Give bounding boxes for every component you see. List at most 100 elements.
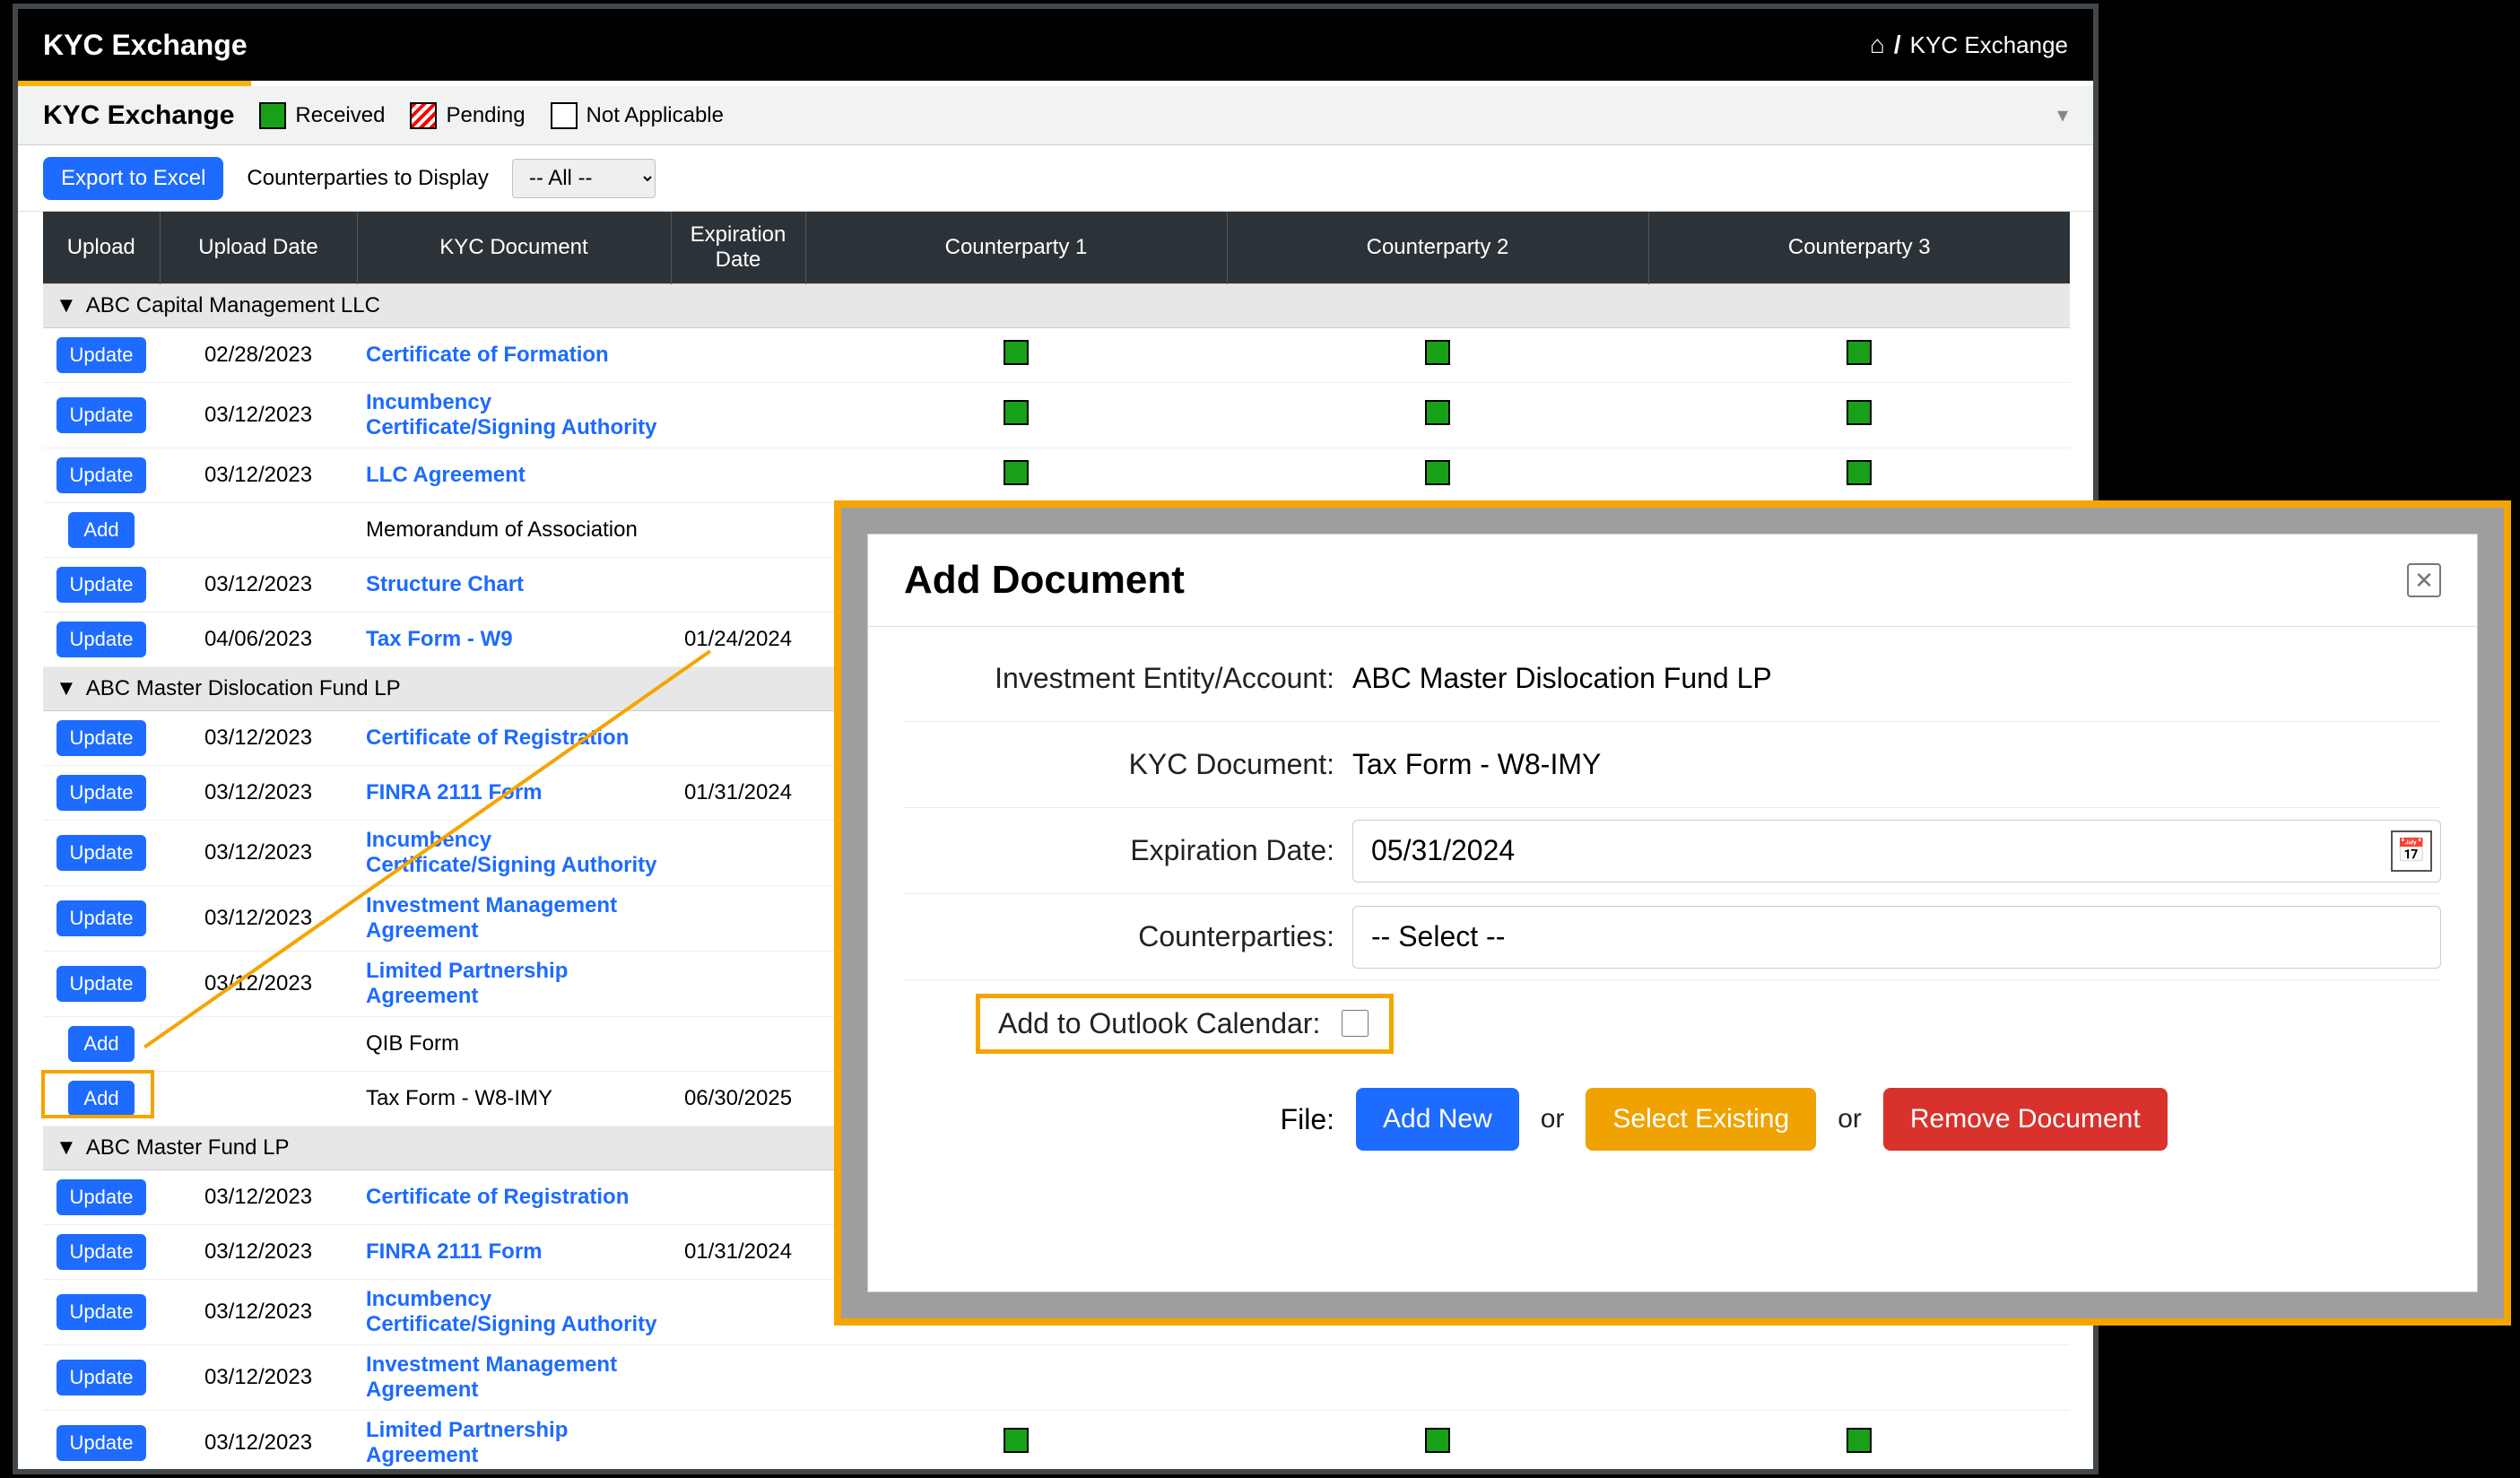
doc-cell[interactable]: Incumbency Certificate/Signing Authority xyxy=(357,1280,671,1345)
received-icon xyxy=(1425,1428,1450,1453)
update-button[interactable]: Update xyxy=(56,966,146,1002)
remove-document-button[interactable]: Remove Document xyxy=(1883,1088,2168,1151)
expiration-date-input[interactable] xyxy=(1352,820,2441,882)
doc-cell[interactable]: Limited Partnership Agreement xyxy=(357,952,671,1017)
export-excel-button[interactable]: Export to Excel xyxy=(43,157,223,200)
received-icon xyxy=(1425,340,1450,365)
col-cp3[interactable]: Counterparty 3 xyxy=(1648,212,2070,284)
update-button[interactable]: Update xyxy=(56,397,146,433)
doc-cell[interactable]: Investment Management Agreement xyxy=(357,886,671,952)
select-existing-button[interactable]: Select Existing xyxy=(1586,1088,1816,1151)
expiration-cell xyxy=(671,886,805,952)
upload-date-cell: 03/12/2023 xyxy=(160,1280,357,1345)
collapse-icon[interactable]: ▾ xyxy=(2057,102,2068,128)
group-row[interactable]: ▼ABC Capital Management LLC xyxy=(43,284,2070,328)
doc-cell[interactable]: Incumbency Certificate/Signing Authority xyxy=(357,383,671,448)
expand-icon[interactable]: ▼ xyxy=(56,676,86,700)
update-button[interactable]: Update xyxy=(56,835,146,871)
doc-cell[interactable]: Limited Partnership Agreement xyxy=(357,1411,671,1475)
expiration-cell xyxy=(671,821,805,886)
legend-received: Received xyxy=(259,102,385,129)
col-cp1[interactable]: Counterparty 1 xyxy=(805,212,1227,284)
add-document-dialog: Add Document ✕ Investment Entity/Account… xyxy=(868,535,2477,1291)
doc-cell[interactable]: Structure Chart xyxy=(357,558,671,613)
row-outlook: Add to Outlook Calendar: xyxy=(904,980,2441,1066)
counterparty-cell xyxy=(1648,1345,2070,1411)
add-to-outlook-checkbox[interactable] xyxy=(1342,1010,1369,1037)
received-icon xyxy=(1425,400,1450,425)
update-button[interactable]: Update xyxy=(56,1179,146,1215)
counterparty-cell xyxy=(805,328,1227,383)
legend-pending: Pending xyxy=(410,102,525,129)
update-button[interactable]: Update xyxy=(56,1294,146,1330)
table-row: Update03/12/2023LLC Agreement xyxy=(43,448,2070,503)
update-button[interactable]: Update xyxy=(56,1234,146,1270)
update-button[interactable]: Update xyxy=(56,622,146,657)
update-button[interactable]: Update xyxy=(56,720,146,756)
doc-link[interactable]: Investment Management Agreement xyxy=(366,1352,617,1402)
legend-received-swatch xyxy=(259,102,286,129)
doc-cell[interactable]: Tax Form - W9 xyxy=(357,613,671,667)
col-cp2[interactable]: Counterparty 2 xyxy=(1227,212,1648,284)
doc-link[interactable]: Certificate of Registration xyxy=(366,1185,629,1209)
doc-cell[interactable]: Certificate of Registration xyxy=(357,1170,671,1225)
update-button[interactable]: Update xyxy=(56,900,146,936)
expiration-cell xyxy=(671,952,805,1017)
doc-link[interactable]: Limited Partnership Agreement xyxy=(366,1418,568,1467)
add-new-file-button[interactable]: Add New xyxy=(1356,1088,1519,1151)
expiration-cell xyxy=(671,503,805,558)
expiration-cell xyxy=(671,1170,805,1225)
dialog-close-button[interactable]: ✕ xyxy=(2407,563,2441,597)
col-kyc-doc[interactable]: KYC Document xyxy=(357,212,671,284)
calendar-icon[interactable]: 📅 xyxy=(2391,830,2432,872)
add-button[interactable]: Add xyxy=(68,1026,135,1062)
add-button[interactable]: Add xyxy=(68,512,135,548)
col-upload[interactable]: Upload xyxy=(43,212,160,284)
doc-cell[interactable]: LLC Agreement xyxy=(357,448,671,503)
home-icon[interactable]: ⌂ xyxy=(1870,30,1885,59)
doc-cell[interactable]: Investment Management Agreement xyxy=(357,1345,671,1411)
doc-link[interactable]: Limited Partnership Agreement xyxy=(366,959,568,1008)
upload-date-cell: 03/12/2023 xyxy=(160,821,357,886)
kyc-doc-label: KYC Document: xyxy=(904,748,1334,781)
doc-link: QIB Form xyxy=(366,1031,459,1056)
doc-cell[interactable]: FINRA 2111 Form xyxy=(357,766,671,821)
doc-link[interactable]: FINRA 2111 Form xyxy=(366,1239,543,1264)
update-button[interactable]: Update xyxy=(56,1425,146,1461)
legend-pending-swatch xyxy=(410,102,437,129)
doc-link[interactable]: Incumbency Certificate/Signing Authority xyxy=(366,1287,656,1336)
counterparties-select[interactable]: -- Select -- xyxy=(1352,906,2441,969)
update-button[interactable]: Update xyxy=(56,775,146,811)
legend-na-swatch xyxy=(551,102,578,129)
add-button[interactable]: Add xyxy=(68,1081,135,1117)
doc-link[interactable]: Incumbency Certificate/Signing Authority xyxy=(366,390,656,439)
outlook-label: Add to Outlook Calendar: xyxy=(998,1007,1320,1040)
doc-link[interactable]: Incumbency Certificate/Signing Authority xyxy=(366,828,656,877)
doc-link[interactable]: LLC Agreement xyxy=(366,463,526,487)
update-button[interactable]: Update xyxy=(56,1360,146,1395)
doc-cell[interactable]: FINRA 2111 Form xyxy=(357,1225,671,1280)
col-upload-date[interactable]: Upload Date xyxy=(160,212,357,284)
col-exp-date[interactable]: Expiration Date xyxy=(671,212,805,284)
counterparties-selected: -- Select -- xyxy=(1371,920,1505,953)
expand-icon[interactable]: ▼ xyxy=(56,293,86,317)
update-button[interactable]: Update xyxy=(56,337,146,373)
received-icon xyxy=(1847,340,1872,365)
update-button[interactable]: Update xyxy=(56,567,146,603)
entity-value: ABC Master Dislocation Fund LP xyxy=(1352,662,2441,695)
doc-link[interactable]: Certificate of Formation xyxy=(366,343,609,367)
breadcrumb[interactable]: KYC Exchange xyxy=(1910,31,2068,59)
doc-cell[interactable]: Certificate of Registration xyxy=(357,711,671,766)
doc-link: Tax Form - W8-IMY xyxy=(366,1086,552,1110)
expand-icon[interactable]: ▼ xyxy=(56,1135,86,1160)
doc-link[interactable]: Investment Management Agreement xyxy=(366,893,617,943)
doc-link[interactable]: Structure Chart xyxy=(366,572,524,596)
doc-link[interactable]: Tax Form - W9 xyxy=(366,627,513,651)
doc-cell[interactable]: Certificate of Formation xyxy=(357,328,671,383)
counterparty-cell xyxy=(1227,448,1648,503)
counterparty-cell xyxy=(805,1345,1227,1411)
doc-cell[interactable]: Incumbency Certificate/Signing Authority xyxy=(357,821,671,886)
update-button[interactable]: Update xyxy=(56,457,146,493)
row-entity: Investment Entity/Account: ABC Master Di… xyxy=(904,636,2441,722)
counterparty-filter-select[interactable]: -- All -- xyxy=(512,159,656,198)
